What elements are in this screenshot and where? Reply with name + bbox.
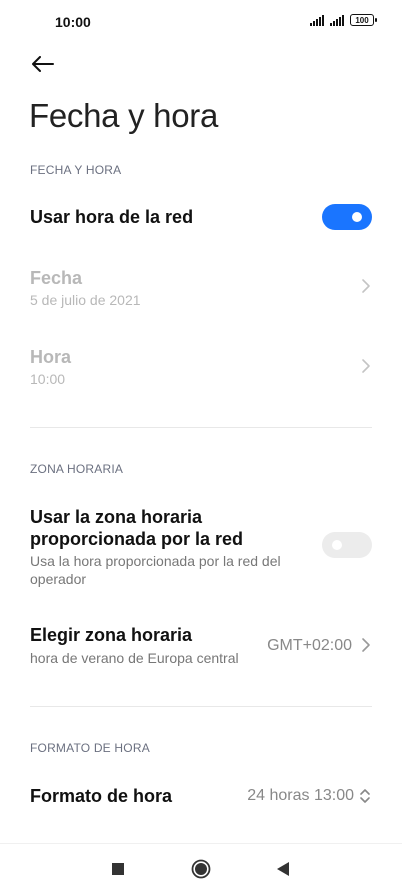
- recent-apps-button[interactable]: [103, 856, 133, 882]
- time-value: 10:00: [30, 371, 66, 387]
- status-icons: 100: [310, 14, 377, 26]
- page-title: Fecha y hora: [29, 97, 219, 134]
- chevron-right-icon: [362, 359, 370, 373]
- triangle-left-icon: [277, 862, 289, 876]
- home-button[interactable]: [186, 856, 216, 882]
- date-row[interactable]: Fecha 5 de julio de 2021: [0, 262, 402, 318]
- time-format-row[interactable]: Formato de hora 24 horas 13:00: [0, 774, 402, 818]
- network-zone-row[interactable]: Usar la zona horaria proporcionada por l…: [0, 500, 402, 592]
- signal-icon: [330, 14, 344, 26]
- choose-zone-desc: hora de verano de Europa central: [30, 650, 239, 666]
- choose-zone-label: Elegir zona horaria: [30, 625, 193, 645]
- back-button[interactable]: [22, 48, 64, 80]
- time-row[interactable]: Hora 10:00: [0, 342, 402, 398]
- network-time-toggle[interactable]: [322, 204, 372, 230]
- signal-icon: [310, 14, 324, 26]
- section-header-time-zone: ZONA HORARIA: [30, 462, 124, 476]
- network-zone-label-line2: proporcionada por la red: [30, 529, 244, 549]
- chevron-up-down-icon: [360, 789, 370, 803]
- toggle-knob: [332, 540, 342, 550]
- divider: [30, 427, 372, 428]
- section-header-date-time: FECHA Y HORA: [30, 163, 122, 177]
- date-label: Fecha: [30, 268, 83, 288]
- network-time-row[interactable]: Usar hora de la red: [0, 196, 402, 240]
- chevron-right-icon: [362, 279, 370, 293]
- network-zone-desc-line1: Usa la hora proporcionada por la red del: [30, 553, 281, 569]
- time-label: Hora: [30, 347, 72, 367]
- choose-zone-value: GMT+02:00: [267, 637, 352, 654]
- system-nav-bar: [0, 843, 402, 893]
- network-zone-label-line1: Usar la zona horaria: [30, 507, 203, 527]
- divider: [30, 706, 372, 707]
- date-value: 5 de julio de 2021: [30, 292, 141, 308]
- status-bar: 10:00 100: [0, 0, 402, 44]
- status-time: 10:00: [55, 14, 91, 30]
- network-zone-toggle[interactable]: [322, 532, 372, 558]
- arrow-left-icon: [32, 56, 54, 72]
- time-format-value: 24 horas 13:00: [247, 787, 354, 804]
- network-zone-desc-line2: operador: [30, 571, 87, 587]
- battery-icon: 100: [350, 14, 377, 26]
- time-format-label: Formato de hora: [30, 786, 173, 806]
- toggle-knob: [352, 212, 362, 222]
- choose-zone-row[interactable]: Elegir zona horaria hora de verano de Eu…: [0, 618, 402, 674]
- square-icon: [112, 863, 124, 875]
- network-time-label: Usar hora de la red: [30, 207, 194, 227]
- chevron-right-icon: [362, 638, 370, 652]
- section-header-time-format: FORMATO DE HORA: [30, 741, 150, 755]
- nav-back-button[interactable]: [268, 856, 298, 882]
- battery-level: 100: [355, 15, 369, 25]
- circle-icon: [191, 859, 211, 879]
